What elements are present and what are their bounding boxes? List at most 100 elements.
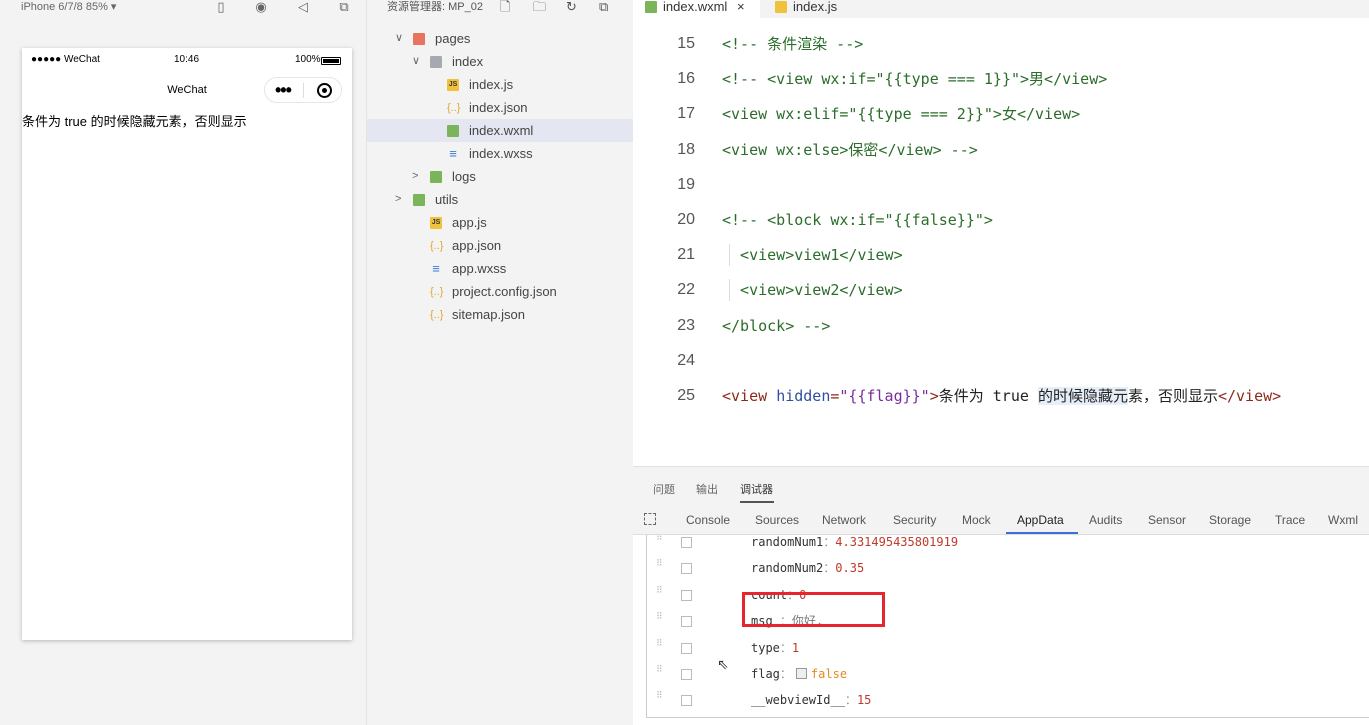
code-token: "{{flag}}" (839, 387, 930, 405)
tree-item[interactable]: JS app.js (367, 211, 633, 234)
new-file-icon[interactable]: 🗋 (500, 0, 510, 14)
flag-checkbox[interactable] (795, 668, 807, 679)
device-selector[interactable]: iPhone 6/7/8 85% ▾ (21, 0, 116, 14)
tab-security[interactable]: Security (893, 513, 936, 527)
code-text: <view wx:else>保密</view> --> (722, 140, 978, 159)
appdata-value[interactable]: 15 (857, 693, 871, 707)
tab-network[interactable]: Network (822, 513, 866, 527)
appdata-value[interactable]: 0.35 (835, 561, 864, 575)
page-view-text: 条件为 true 的时候隐藏元素，否则显示 (22, 114, 247, 129)
tab-index-wxml[interactable]: index.wxml × (633, 0, 760, 18)
drag-handle-icon[interactable]: ⠿ (656, 535, 664, 548)
tree-item[interactable]: ≡ app.wxss (367, 257, 633, 280)
tab-index-js[interactable]: index.js (763, 0, 883, 18)
tree-item-label: index.wxss (469, 146, 533, 161)
appdata-row[interactable]: ⠿ randomNum2：0.35 (647, 555, 1369, 581)
code-line[interactable]: 22 <view>view2</view> (633, 279, 1369, 302)
tree-item-label: pages (435, 31, 471, 46)
tree-item[interactable]: {..} sitemap.json (367, 303, 633, 326)
tree-item[interactable]: ∨ pages (367, 27, 633, 50)
code-line[interactable]: 24 (633, 350, 1369, 372)
appdata-key: type (751, 640, 780, 655)
tab-storage[interactable]: Storage (1209, 513, 1251, 527)
drag-handle-icon[interactable]: ⠿ (656, 692, 664, 706)
tab-appdata[interactable]: AppData (1017, 513, 1064, 527)
row-checkbox[interactable] (681, 642, 692, 654)
code-line[interactable]: 17 <view wx:elif="{{type === 2}}">女</view… (633, 103, 1369, 125)
appdata-value[interactable]: 1 (792, 641, 799, 655)
tab-audits[interactable]: Audits (1089, 513, 1122, 527)
drag-handle-icon[interactable]: ⠿ (656, 586, 664, 601)
detach-window-icon[interactable]: ⧉ (336, 0, 352, 14)
phone-icon[interactable]: ▯ (213, 0, 229, 14)
tree-item-label: project.config.json (452, 284, 557, 299)
appdata-value[interactable]: false (811, 667, 847, 681)
drag-handle-icon[interactable]: ⠿ (656, 666, 664, 680)
chevron-down-icon[interactable]: ∨ (412, 50, 420, 73)
row-checkbox[interactable] (681, 669, 692, 680)
tab-problems[interactable]: 问题 (653, 481, 675, 497)
drag-handle-icon[interactable]: ⠿ (656, 639, 664, 654)
code-line[interactable]: 25 <view hidden="{{flag}}">条件为 true 的时候隐藏… (633, 385, 1369, 407)
code-line[interactable]: 15 <!-- 条件渲染 --> (633, 33, 1369, 55)
row-checkbox[interactable] (681, 563, 692, 575)
chevron-right-icon[interactable]: > (395, 188, 401, 211)
tree-item[interactable]: {..} project.config.json (367, 280, 633, 303)
code-text: </block> --> (722, 316, 831, 335)
code-line[interactable]: 16 <!-- <view wx:if="{{type === 1}}">男</v… (633, 68, 1369, 90)
row-checkbox[interactable] (681, 695, 692, 707)
refresh-icon[interactable]: ↻ (566, 0, 577, 14)
close-tab-icon[interactable]: × (737, 0, 745, 14)
tree-item-label: index.wxml (469, 123, 534, 138)
appdata-entry: flag： false (751, 661, 847, 687)
row-checkbox[interactable] (681, 589, 692, 601)
tab-mock[interactable]: Mock (962, 513, 991, 527)
tree-item[interactable]: ≡ index.wxss (367, 142, 633, 165)
drag-handle-icon[interactable]: ⠿ (656, 560, 664, 574)
tab-output[interactable]: 输出 (696, 481, 718, 497)
tab-trace[interactable]: Trace (1275, 513, 1305, 527)
code-token: <view (722, 387, 777, 405)
chevron-right-icon[interactable]: > (412, 165, 418, 188)
inspect-element-icon[interactable] (644, 513, 656, 525)
tree-item[interactable]: ∨ index (367, 50, 633, 73)
new-folder-icon[interactable]: 🗀 (533, 0, 546, 14)
code-line[interactable]: 21 <view>view1</view> (633, 244, 1369, 267)
appdata-row[interactable]: ⠿ __webviewId__：15 (647, 687, 1369, 713)
record-icon[interactable]: ◉ (253, 0, 269, 14)
chevron-down-icon[interactable]: ∨ (395, 27, 403, 50)
appdata-value[interactable]: 4.331495435801919 (835, 535, 958, 549)
appdata-row[interactable]: ⠿ type：1 (647, 635, 1369, 661)
tab-sources[interactable]: Sources (755, 513, 799, 527)
code-line[interactable]: 20 <!-- <block wx:if="{{false}}"> (633, 209, 1369, 231)
tab-wxml[interactable]: Wxml (1328, 513, 1358, 527)
appdata-row[interactable]: ⠿ flag： false (647, 661, 1369, 687)
collapse-all-icon[interactable]: ⧉ (599, 0, 608, 14)
tree-item[interactable]: {..} index.json (367, 96, 633, 119)
appdata-key: flag (751, 667, 780, 681)
js-file-icon (775, 1, 787, 13)
tab-debugger[interactable]: 调试器 (740, 481, 773, 497)
row-checkbox[interactable] (681, 616, 692, 628)
tree-item-label: sitemap.json (452, 307, 525, 322)
tree-item[interactable]: > logs (367, 165, 633, 188)
code-line[interactable]: 19 (633, 174, 1369, 196)
line-number: 20 (677, 211, 695, 228)
tab-sensor[interactable]: Sensor (1148, 513, 1186, 527)
code-line[interactable]: 18 <view wx:else>保密</view> --> (633, 139, 1369, 161)
tab-console[interactable]: Console (686, 513, 730, 527)
code-line[interactable]: 23 </block> --> (633, 315, 1369, 337)
tree-item[interactable]: index.wxml (367, 119, 633, 142)
wxss-icon: ≡ (432, 261, 440, 276)
drag-handle-icon[interactable]: ⠿ (656, 613, 664, 627)
tree-item[interactable]: > utils (367, 188, 633, 211)
tree-item[interactable]: JS index.js (367, 73, 633, 96)
more-icon[interactable]: ••• (275, 79, 292, 101)
sound-icon[interactable]: ◁ (295, 0, 311, 14)
close-mini-program-icon[interactable] (317, 83, 332, 98)
simulator-pane: iPhone 6/7/8 85% ▾ ▯ ◉ ◁ ⧉ ●●●●● WeChat … (0, 0, 366, 725)
tab-label: index.wxml (663, 0, 728, 14)
tree-item[interactable]: {..} app.json (367, 234, 633, 257)
appdata-row[interactable]: ⠿ randomNum1：4.331495435801919 (647, 535, 1369, 555)
row-checkbox[interactable] (681, 537, 692, 548)
